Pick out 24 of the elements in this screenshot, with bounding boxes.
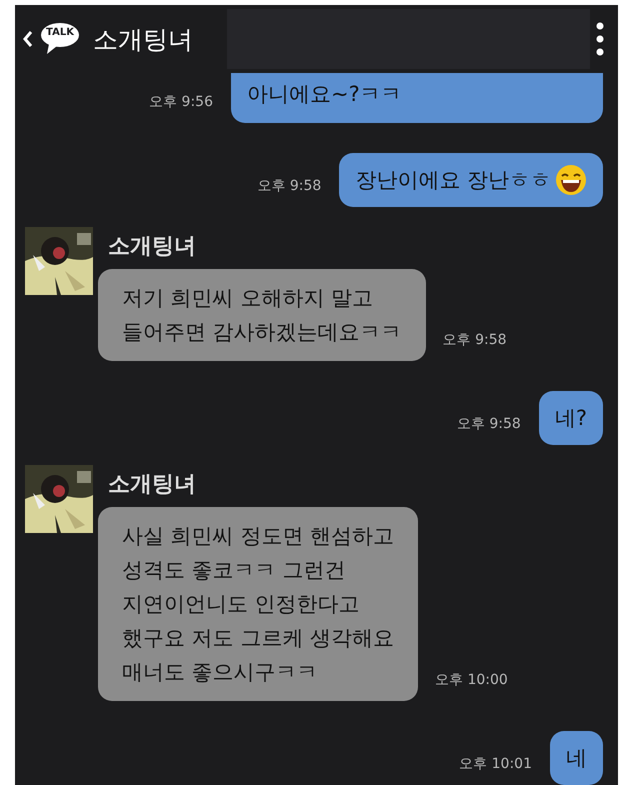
message-text: 저기 희민씨 오해하지 말고: [122, 285, 374, 312]
message-text: 했구요 저도 그르케 생각해요: [122, 625, 394, 652]
message-time: 오후 9:58: [456, 415, 521, 434]
message-time: 오후 9:58: [257, 177, 322, 196]
sender-name: 소개팅녀: [108, 471, 197, 499]
logo-text: TALK: [45, 27, 76, 38]
message-time: 오후 9:56: [149, 93, 213, 112]
message-time: 오후 10:00: [435, 671, 508, 690]
chat-title: 소개팅녀: [93, 24, 193, 56]
message-text: 장난이에요 장난ㅎㅎ: [355, 167, 551, 194]
message-text: 네?: [554, 405, 587, 432]
message-text: 들어주면 감사하겠는데요ㅋㅋ: [122, 319, 402, 346]
message-time: 오후 9:58: [442, 331, 507, 350]
message-text: 매너도 좋으시구ㅋㅋ: [122, 659, 318, 686]
message-text: 지연이언니도 인정한다고: [122, 591, 360, 618]
message-text: 아니에요~?ㅋㅋ: [247, 81, 402, 108]
message-text: 성격도 좋코ㅋㅋ 그런건: [122, 557, 346, 584]
message-text: 네: [566, 745, 587, 772]
back-icon[interactable]: [23, 30, 33, 48]
message-text: 사실 희민씨 정도면 핸섬하고: [122, 523, 394, 550]
more-options-icon[interactable]: [596, 22, 604, 56]
message-time: 오후 10:01: [459, 755, 532, 774]
sender-name: 소개팅녀: [108, 233, 197, 261]
speech-bubble-icon: [39, 22, 81, 56]
